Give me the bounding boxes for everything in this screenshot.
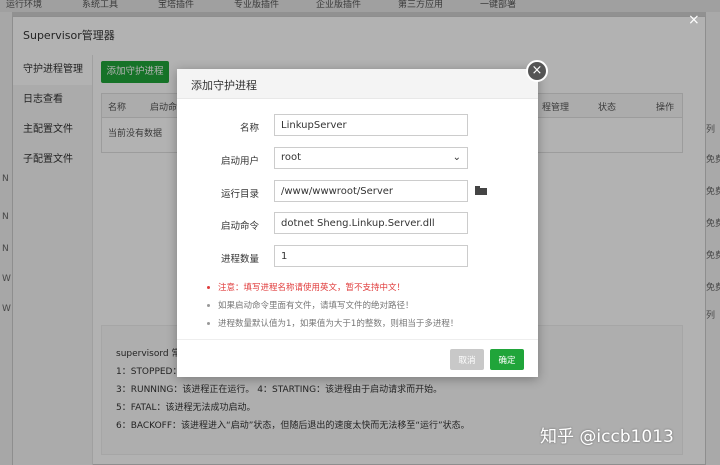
close-icon[interactable]: × <box>526 60 548 82</box>
dir-label: 运行目录 <box>177 186 259 200</box>
bullet-icon <box>207 286 210 289</box>
cmd-label: 启动命令 <box>177 218 259 232</box>
user-label: 启动用户 <box>177 153 259 167</box>
warning-note: 注意：填写进程名称请使用英文，暂不支持中文！ <box>207 281 405 293</box>
tip-note: 如果启动命令里面有文件，请填写文件的绝对路径！ <box>207 299 414 311</box>
chevron-down-icon: ⌄ <box>453 148 461 168</box>
dialog-title: 添加守护进程 <box>191 77 257 93</box>
confirm-button[interactable]: 确定 <box>490 349 524 370</box>
folder-icon[interactable] <box>475 186 487 195</box>
count-label: 进程数量 <box>177 251 259 265</box>
tip-note: 进程数量默认值为1，如果值为大于1的整数，则相当于多进程！ <box>207 317 458 329</box>
user-select[interactable]: root ⌄ <box>274 147 468 169</box>
watermark: 知乎 @iccb1013 <box>540 422 674 447</box>
tip-note-text: 如果启动命令里面有文件，请填写文件的绝对路径！ <box>218 301 414 311</box>
warning-note-text: 注意：填写进程名称请使用英文，暂不支持中文！ <box>218 283 405 293</box>
dialog-footer: 取消 确定 <box>177 339 538 377</box>
run-directory-input[interactable] <box>274 180 468 202</box>
tip-note-text: 进程数量默认值为1，如果值为大于1的整数，则相当于多进程！ <box>218 319 458 329</box>
start-command-input[interactable] <box>274 212 468 234</box>
name-input[interactable] <box>274 114 468 136</box>
add-daemon-dialog: 添加守护进程 名称 启动用户 root ⌄ 运行目录 启动命令 进程数量 注意：… <box>177 69 538 377</box>
bullet-icon <box>207 304 210 307</box>
window-close-icon[interactable]: × <box>688 12 700 28</box>
user-select-value: root <box>281 152 301 163</box>
bullet-icon <box>207 322 210 325</box>
name-label: 名称 <box>177 120 259 134</box>
process-count-input[interactable] <box>274 245 468 267</box>
dialog-titlebar: 添加守护进程 <box>177 69 538 99</box>
cancel-button[interactable]: 取消 <box>450 349 484 370</box>
